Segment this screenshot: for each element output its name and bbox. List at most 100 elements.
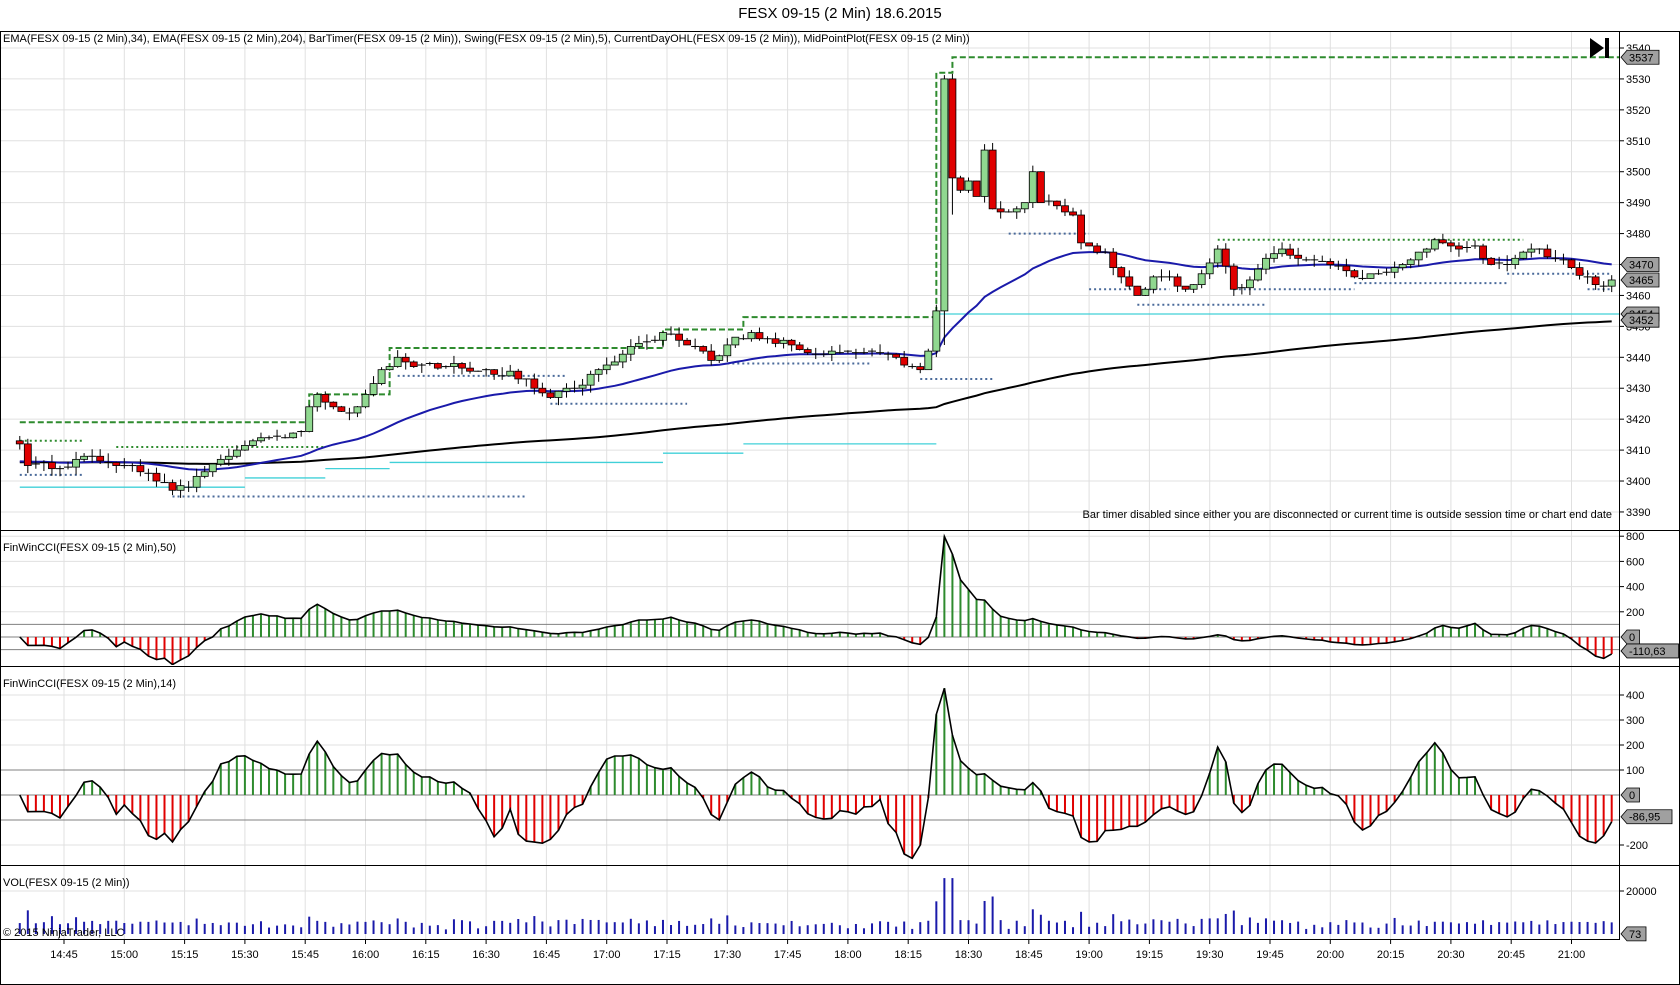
candle-down — [996, 208, 1005, 213]
time-label: 19:00 — [1075, 949, 1103, 961]
candlestick — [1583, 270, 1592, 284]
price-tick-label: 3510 — [1626, 136, 1650, 148]
candlestick — [707, 344, 716, 366]
candle-up — [176, 485, 185, 491]
candle-up — [305, 406, 314, 432]
candlestick — [1149, 275, 1158, 294]
candle-down — [1093, 245, 1102, 253]
cci50-panel[interactable] — [19, 533, 1613, 665]
candle-down — [988, 149, 997, 210]
candlestick — [249, 438, 257, 447]
candle-up — [1406, 259, 1415, 265]
candlestick — [634, 335, 643, 349]
ema-34-line — [19, 251, 1612, 471]
candlestick — [1350, 269, 1359, 279]
candlestick — [490, 369, 499, 380]
candle-up — [80, 455, 88, 460]
candlestick — [1181, 285, 1190, 292]
candlestick — [1591, 274, 1600, 290]
price-panel-label: EMA(FESX 09-15 (2 Min),34), EMA(FESX 09-… — [3, 33, 970, 45]
tick-label: 400 — [1626, 690, 1644, 702]
candle-down — [1567, 259, 1576, 269]
time-label: 18:00 — [834, 949, 862, 961]
chart-title: FESX 09-15 (2 Min) 18.6.2015 — [738, 5, 941, 22]
candlestick — [924, 348, 933, 371]
value-tag-text: 0 — [1629, 632, 1635, 644]
candle-up — [257, 437, 265, 442]
candle-up — [610, 361, 619, 366]
candle-down — [948, 78, 957, 179]
price-tick-label: 3400 — [1626, 476, 1650, 488]
candle-down — [329, 401, 338, 408]
candlestick — [168, 479, 177, 496]
tick-label: -200 — [1626, 840, 1648, 852]
candle-down — [514, 370, 523, 380]
candle-up — [1366, 273, 1375, 279]
candlestick — [827, 346, 836, 361]
volume-panel[interactable] — [18, 878, 1613, 934]
time-label: 17:30 — [714, 949, 742, 961]
candlestick — [562, 383, 571, 398]
price-tick-label: 3460 — [1626, 290, 1650, 302]
price-tag: 3452 — [1620, 312, 1660, 328]
candlestick — [667, 326, 676, 336]
candle-up — [361, 394, 370, 408]
candlestick — [152, 467, 161, 487]
candle-up — [562, 387, 571, 392]
candlestick — [1077, 209, 1085, 250]
candlestick — [868, 348, 877, 357]
volume-tag: 73 — [1620, 926, 1647, 942]
candle-down — [538, 387, 547, 394]
candle-up — [72, 458, 80, 468]
candlestick — [385, 366, 394, 371]
bar-timer-message: Bar timer disabled since either you are … — [1083, 509, 1613, 521]
candle-down — [1294, 254, 1303, 259]
candlestick — [538, 382, 547, 397]
candle-down — [530, 378, 539, 389]
candlestick — [1141, 287, 1150, 296]
candlestick — [257, 432, 265, 443]
value-tag-text: 0 — [1629, 790, 1635, 802]
candlestick — [425, 361, 434, 366]
candle-up — [1213, 248, 1222, 264]
candle-up — [289, 432, 298, 439]
candlestick — [1221, 243, 1230, 274]
chart-canvas[interactable]: FESX 09-15 (2 Min) 18.6.2015 14:45 15:00 1… — [0, 0, 1680, 985]
candlestick — [739, 334, 748, 341]
candlestick — [232, 445, 241, 459]
candlestick — [1173, 273, 1182, 292]
price-tick-label: 3490 — [1626, 198, 1650, 210]
price-panel[interactable] — [15, 56, 1619, 498]
candle-up — [964, 180, 973, 191]
candlestick — [988, 142, 997, 210]
value-tag-text: 3465 — [1629, 275, 1653, 287]
cci14-panel[interactable] — [19, 687, 1613, 860]
candle-down — [1077, 214, 1085, 244]
candle-up — [1270, 253, 1278, 259]
scroll-to-end-icon[interactable] — [1590, 38, 1609, 58]
candlestick — [996, 201, 1005, 219]
value-tag-text: 73 — [1629, 929, 1641, 941]
price-tick-label: 3520 — [1626, 105, 1650, 117]
candle-up — [715, 355, 724, 361]
candle-down — [23, 443, 32, 466]
candle-down — [1455, 245, 1463, 250]
candle-down — [1591, 276, 1600, 286]
candle-up — [200, 471, 209, 477]
candlestick — [715, 354, 724, 363]
candle-down — [96, 455, 105, 462]
candlestick — [361, 389, 370, 409]
time-label: 18:30 — [955, 949, 983, 961]
candle-down — [675, 333, 683, 341]
candlestick — [650, 335, 659, 343]
time-label: 17:00 — [593, 949, 621, 961]
candle-up — [626, 346, 635, 355]
candlestick — [956, 175, 965, 193]
candlestick — [128, 463, 137, 472]
candle-up — [980, 149, 989, 197]
candle-up — [224, 455, 233, 460]
candlestick — [1133, 285, 1142, 296]
candlestick — [144, 468, 153, 482]
candlestick — [1487, 257, 1495, 266]
candlestick — [458, 362, 466, 375]
